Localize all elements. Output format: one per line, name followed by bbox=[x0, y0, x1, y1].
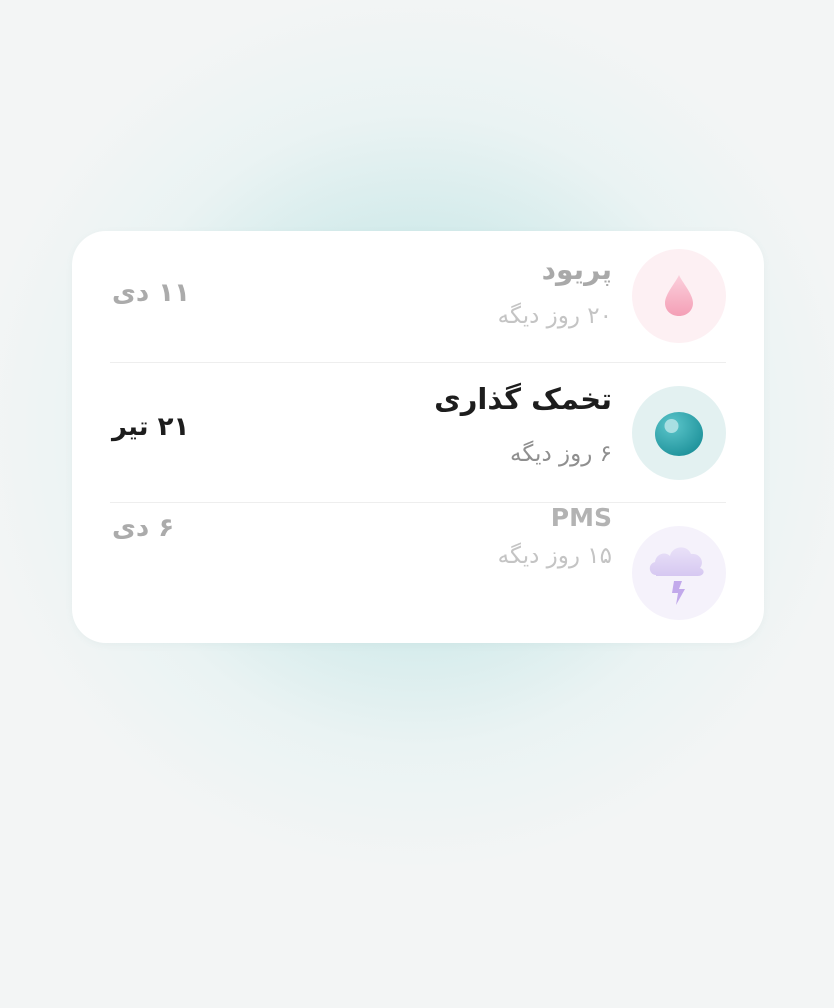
event-date: ۲۱ تیر bbox=[112, 412, 190, 442]
event-date: ۶ دی bbox=[112, 513, 175, 543]
event-row-ovulation[interactable]: تخمک گذاری ۶ روز دیگه ۲۱ تیر bbox=[110, 363, 726, 503]
event-row-pms[interactable]: PMS ۱۵ روز دیگه ۶ دی bbox=[110, 503, 726, 643]
period-icon-badge bbox=[632, 249, 726, 343]
pms-icon-badge bbox=[632, 526, 726, 620]
event-date: ۱۱ دی bbox=[112, 278, 190, 308]
storm-cloud-icon bbox=[649, 547, 704, 605]
event-remaining: ۶ روز دیگه bbox=[510, 441, 612, 467]
event-title: پریود bbox=[541, 253, 612, 286]
event-row-period[interactable]: پریود ۲۰ روز دیگه ۱۱ دی bbox=[110, 231, 726, 371]
ovulation-icon-badge bbox=[632, 386, 726, 480]
event-title: تخمک گذاری bbox=[434, 382, 612, 416]
cycle-events-card: پریود ۲۰ روز دیگه ۱۱ دی تخمک گذاری ۶ روز… bbox=[72, 231, 764, 643]
event-remaining: ۱۵ روز دیگه bbox=[497, 543, 612, 569]
egg-icon bbox=[655, 412, 703, 456]
drop-icon bbox=[665, 275, 693, 316]
event-remaining: ۲۰ روز دیگه bbox=[497, 303, 612, 329]
event-title: PMS bbox=[550, 503, 612, 532]
